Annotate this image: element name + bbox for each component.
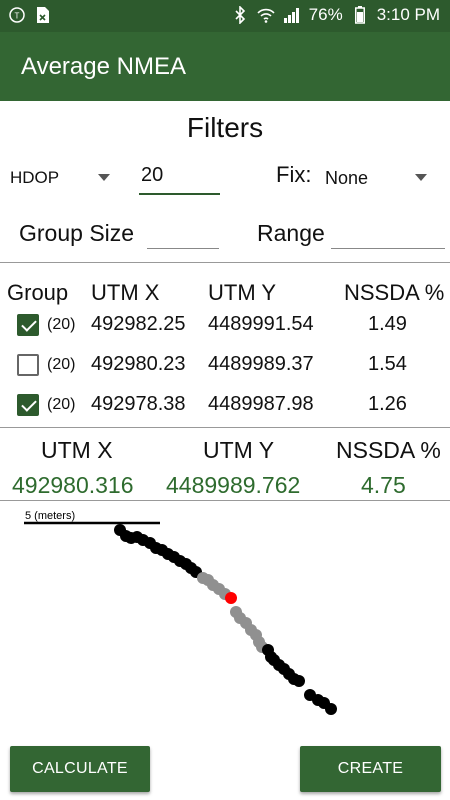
signal-icon <box>283 6 301 24</box>
group-count: (20) <box>47 396 76 413</box>
hdop-dropdown-value: HDOP <box>10 168 60 187</box>
battery-percent: 76% <box>308 5 343 24</box>
nssda-value: 1.49 <box>368 313 407 335</box>
app-bar: Average NMEA <box>0 32 450 101</box>
utm-x-value: 492982.25 <box>91 313 186 335</box>
fix-label: Fix: <box>276 162 312 187</box>
utm-x-value: 492980.23 <box>91 353 186 375</box>
average-point <box>225 592 237 604</box>
header-nssda: NSSDA % <box>344 280 445 305</box>
utm-y-value: 4489991.54 <box>208 313 314 335</box>
create-button[interactable]: CREATE <box>300 746 441 792</box>
app-title: Average NMEA <box>21 53 186 80</box>
header-group: Group <box>7 280 69 305</box>
document-notification-icon <box>34 6 52 24</box>
range-label: Range <box>257 220 325 246</box>
summary-nssda: 4.75 <box>361 472 406 498</box>
utm-x-value: 492978.38 <box>91 393 186 415</box>
range-input[interactable] <box>331 225 445 249</box>
plot-points <box>114 524 337 715</box>
battery-icon <box>351 6 369 24</box>
app-notification-icon: T <box>8 6 26 24</box>
group-checkbox[interactable] <box>17 394 39 416</box>
calculate-button[interactable]: CALCULATE <box>10 746 150 792</box>
table-row: (20) 492978.38 4489987.98 1.26 <box>0 385 450 425</box>
summary-utm-x: 492980.316 <box>12 472 134 498</box>
table-row: (20) 492980.23 4489989.37 1.54 <box>0 345 450 385</box>
divider <box>0 262 450 263</box>
nssda-value: 1.26 <box>368 393 407 415</box>
status-bar: T 76% 3:10 PM <box>0 0 450 32</box>
summary-utm-y: 4489989.762 <box>166 472 301 498</box>
svg-text:T: T <box>15 12 20 21</box>
divider <box>0 427 450 428</box>
point-plot: 5 (meters) <box>24 510 337 715</box>
nssda-value: 1.54 <box>368 353 407 375</box>
plot-point <box>325 703 337 715</box>
wifi-icon <box>257 6 275 24</box>
bluetooth-icon <box>231 5 249 25</box>
plot-point <box>293 675 305 687</box>
group-count: (20) <box>47 316 76 333</box>
fix-dropdown[interactable]: None <box>325 165 437 191</box>
utm-y-value: 4489987.98 <box>208 393 314 415</box>
divider <box>0 500 450 501</box>
hdop-dropdown[interactable]: HDOP <box>10 165 120 191</box>
header-utm-y: UTM Y <box>208 280 277 305</box>
group-size-label: Group Size <box>19 220 135 246</box>
table-row: (20) 492982.25 4489991.54 1.49 <box>0 305 450 345</box>
utm-y-value: 4489989.37 <box>208 353 314 375</box>
group-checkbox[interactable] <box>17 314 39 336</box>
scale-label: 5 (meters) <box>25 510 75 522</box>
filters-heading: Filters <box>186 112 264 143</box>
group-count: (20) <box>47 356 76 373</box>
hdop-value-input[interactable]: 20 <box>139 160 220 195</box>
clock: 3:10 PM <box>376 5 440 24</box>
group-checkbox[interactable] <box>17 354 39 376</box>
chevron-down-icon <box>415 174 427 181</box>
fix-dropdown-value: None <box>325 168 369 188</box>
summary-header-nssda: NSSDA % <box>336 437 441 463</box>
header-utm-x: UTM X <box>91 280 160 305</box>
summary-header-utm-y: UTM Y <box>203 437 275 463</box>
summary-header-utm-x: UTM X <box>41 437 113 463</box>
group-size-input[interactable] <box>147 225 219 249</box>
chevron-down-icon <box>98 174 110 181</box>
